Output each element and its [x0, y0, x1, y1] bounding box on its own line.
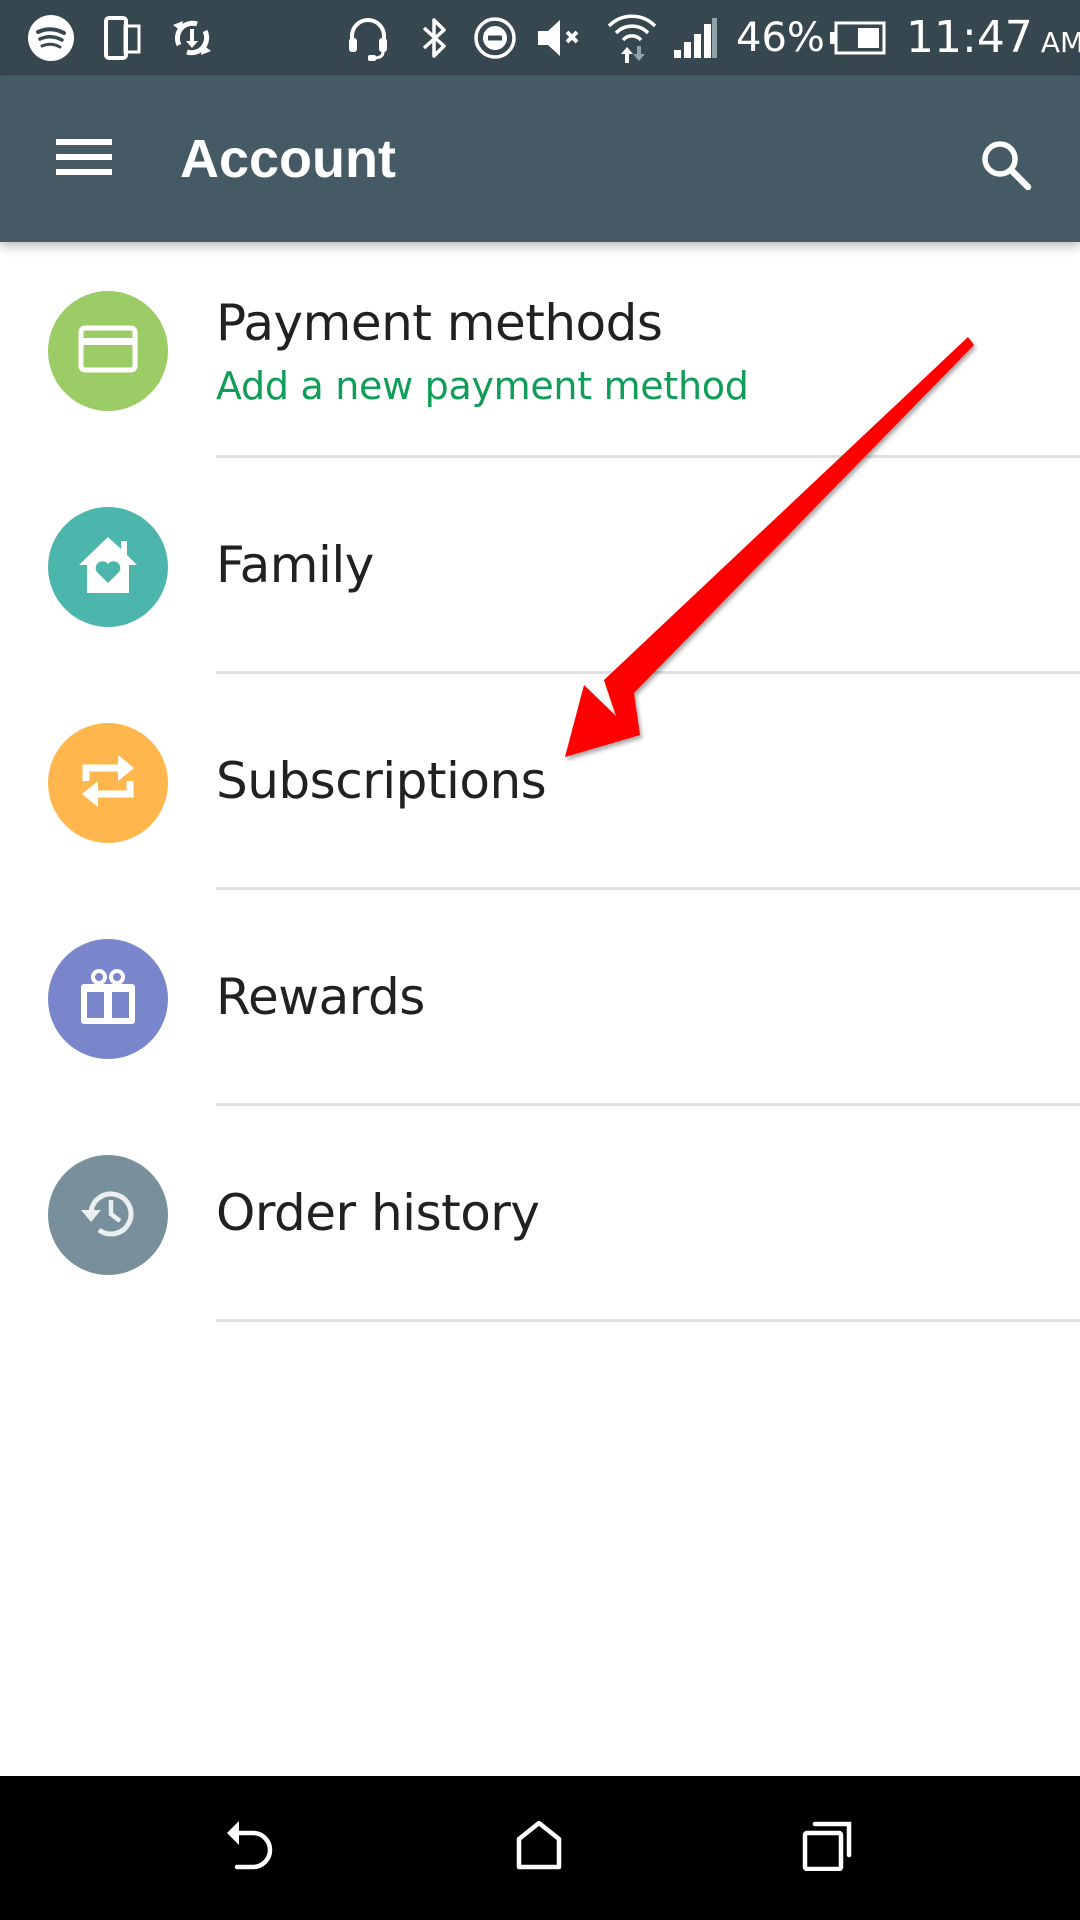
family-avatar	[48, 507, 168, 627]
clock: 11:47 AM	[906, 8, 1080, 68]
battery-icon	[828, 14, 888, 62]
family-house-heart-icon	[77, 535, 139, 600]
volume-muted-icon	[536, 14, 588, 62]
recents-icon	[802, 1821, 854, 1876]
home-icon	[515, 1820, 565, 1876]
clock-time: 11:47	[906, 12, 1033, 63]
list-item-title: Rewards	[216, 968, 425, 1026]
bluetooth-icon	[414, 14, 454, 62]
rewards-avatar	[48, 939, 168, 1059]
history-clock-icon	[77, 1184, 139, 1247]
clock-ampm: AM	[1040, 26, 1080, 59]
payment-methods-avatar	[48, 291, 168, 411]
hamburger-menu-icon	[56, 137, 112, 182]
gift-icon	[79, 968, 137, 1031]
battery-percent: 46%	[736, 15, 825, 61]
subscriptions-repeat-icon	[80, 751, 136, 816]
back-icon	[225, 1820, 279, 1876]
cellular-signal-icon	[670, 14, 720, 62]
list-item-title: Subscriptions	[216, 752, 547, 810]
order-history-avatar	[48, 1155, 168, 1275]
list-item-family[interactable]: Family	[0, 458, 1080, 674]
page-title: Account	[180, 129, 396, 189]
list-item-title: Family	[216, 536, 374, 594]
headset-icon	[344, 14, 392, 62]
subscriptions-avatar	[48, 723, 168, 843]
do-not-disturb-icon	[472, 14, 518, 62]
navigation-menu-button[interactable]	[40, 125, 128, 193]
sync-download-icon	[168, 14, 216, 62]
divider	[216, 1319, 1080, 1322]
account-options-list: Payment methods Add a new payment method…	[0, 242, 1080, 1322]
credit-card-icon	[78, 325, 138, 378]
spotify-icon	[26, 14, 76, 62]
app-toolbar: Account	[0, 75, 1080, 242]
back-button[interactable]	[192, 1808, 312, 1888]
search-button[interactable]	[966, 127, 1046, 207]
list-item-title: Payment methods	[216, 294, 663, 352]
search-icon	[978, 137, 1034, 198]
list-item-title: Order history	[216, 1184, 540, 1242]
recents-button[interactable]	[768, 1808, 888, 1888]
list-item-subscriptions[interactable]: Subscriptions	[0, 674, 1080, 890]
add-payment-method-link[interactable]: Add a new payment method	[216, 364, 749, 408]
wifi-icon	[604, 14, 660, 63]
list-item-payment-methods[interactable]: Payment methods Add a new payment method	[0, 242, 1080, 458]
system-navigation-bar	[0, 1776, 1080, 1920]
status-bar: 46% 11:47 AM	[0, 0, 1080, 75]
device-transfer-icon	[100, 14, 146, 62]
list-item-order-history[interactable]: Order history	[0, 1106, 1080, 1322]
list-item-rewards[interactable]: Rewards	[0, 890, 1080, 1106]
home-button[interactable]	[480, 1808, 600, 1888]
